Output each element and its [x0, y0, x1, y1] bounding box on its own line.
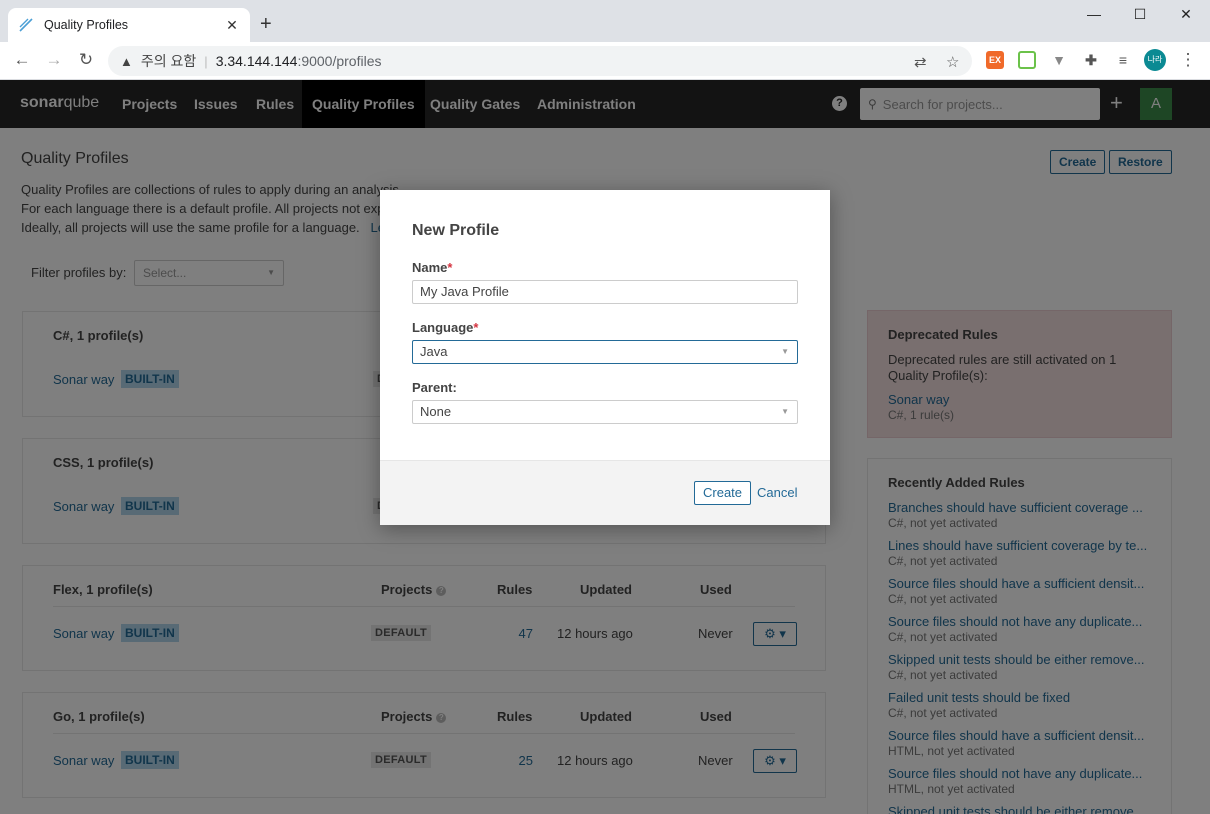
name-label-text: Name	[412, 260, 448, 275]
modal-cancel-button[interactable]: Cancel	[757, 485, 797, 500]
url-host: 3.34.144.144	[215, 53, 298, 69]
new-profile-modal: New Profile Name* My Java Profile Langua…	[380, 190, 830, 525]
required-mark: *	[473, 320, 479, 335]
chevron-down-icon: ▼	[781, 407, 789, 416]
warning-icon: ▲	[120, 53, 133, 69]
extension-ex-icon[interactable]: EX	[986, 51, 1004, 69]
modal-title: New Profile	[412, 222, 500, 239]
tab-title: Quality Profiles	[44, 18, 129, 32]
forward-icon[interactable]: →	[44, 50, 64, 70]
browser-toolbar: ← → ↻ ▲ 주의 요함 | 3.34.144.144:9000/profil…	[0, 42, 1210, 80]
language-label-text: Language	[412, 320, 474, 335]
extension-v-icon[interactable]: ▼	[1050, 51, 1068, 69]
language-value: Java	[420, 344, 448, 359]
language-label: Language*	[412, 320, 478, 335]
new-tab-icon[interactable]: +	[260, 14, 272, 34]
omnibox-divider: |	[204, 53, 208, 69]
close-window-icon[interactable]: ✕	[1166, 6, 1206, 26]
parent-select[interactable]: None ▼	[412, 400, 798, 424]
url-path: :9000/profiles	[297, 53, 382, 69]
modal-footer: Create Cancel	[380, 460, 830, 525]
back-icon[interactable]: ←	[12, 50, 32, 70]
language-select[interactable]: Java ▼	[412, 340, 798, 364]
security-label: 주의 요함	[140, 53, 197, 69]
modal-create-button[interactable]: Create	[694, 481, 752, 505]
name-label: Name*	[412, 260, 452, 275]
tab-close-icon[interactable]: ✕	[224, 17, 240, 34]
reload-icon[interactable]: ↻	[76, 50, 96, 70]
media-queue-icon[interactable]: ≡	[1114, 51, 1132, 69]
browser-profile-avatar[interactable]: 나라	[1144, 49, 1166, 71]
minimize-icon[interactable]: —	[1074, 6, 1114, 26]
maximize-icon[interactable]: ☐	[1120, 6, 1160, 26]
profile-name-input[interactable]: My Java Profile	[412, 280, 798, 304]
parent-label: Parent:	[412, 380, 457, 395]
address-bar[interactable]: ▲ 주의 요함 | 3.34.144.144:9000/profiles ⇄ ☆	[108, 46, 972, 76]
sonarqube-favicon-icon	[18, 17, 34, 33]
extension-green-icon[interactable]	[1018, 51, 1036, 69]
translate-icon[interactable]: ⇄	[914, 53, 927, 71]
required-mark: *	[447, 260, 453, 275]
browser-tab[interactable]: Quality Profiles ✕	[8, 8, 250, 42]
chevron-down-icon: ▼	[781, 347, 789, 356]
browser-menu-icon[interactable]: ⋮	[1178, 50, 1198, 70]
extensions-puzzle-icon[interactable]: ✚	[1082, 51, 1100, 69]
bookmark-star-icon[interactable]: ☆	[946, 53, 959, 71]
browser-tabstrip: Quality Profiles ✕ + — ☐ ✕	[0, 0, 1210, 42]
parent-value: None	[420, 404, 452, 419]
